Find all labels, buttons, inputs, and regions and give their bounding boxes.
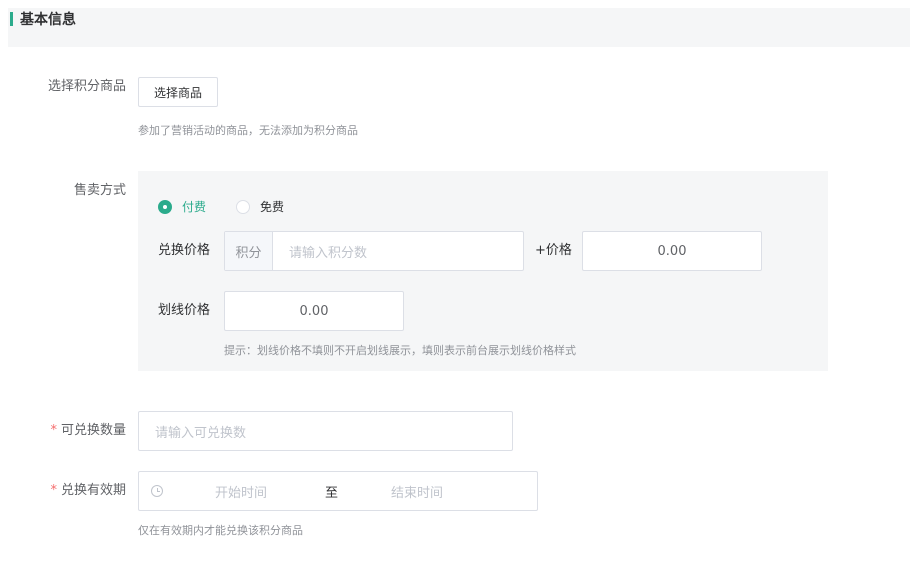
- radio-paid-circle[interactable]: [158, 199, 172, 214]
- validity-hint: 仅在有效期内才能兑换该积分商品: [138, 524, 303, 537]
- radio-free[interactable]: 免费: [236, 198, 284, 215]
- radio-paid[interactable]: 付费: [158, 198, 206, 215]
- price-input[interactable]: 0.00: [582, 231, 762, 271]
- price-value: 0.00: [657, 243, 687, 259]
- required-mark: *: [50, 483, 57, 498]
- clock-icon: [151, 485, 163, 497]
- required-mark: *: [50, 423, 57, 438]
- points-prefix: 积分: [225, 232, 273, 270]
- validity-label: * 兑换有效期: [50, 482, 126, 500]
- points-placeholder: 请输入积分数: [289, 245, 368, 261]
- section-title: 基本信息: [20, 12, 76, 28]
- radio-free-circle[interactable]: [236, 199, 250, 214]
- product-label: 选择积分商品: [47, 79, 126, 94]
- end-time-input[interactable]: 结束时间: [391, 482, 443, 501]
- sale-mode-panel: 付费 免费 兑换价格 积分 请输入积分数 +价格 0.00 划线价格 0.00 …: [138, 171, 828, 371]
- quantity-placeholder: 请输入可兑换数: [155, 425, 247, 441]
- quantity-input[interactable]: 请输入可兑换数: [138, 411, 513, 451]
- section-accent-bar: [10, 12, 13, 26]
- strike-price-input[interactable]: 0.00: [224, 291, 404, 331]
- radio-paid-label: 付费: [182, 200, 207, 214]
- strike-price-value: 0.00: [299, 303, 329, 319]
- select-product-button[interactable]: 选择商品: [138, 77, 218, 107]
- strike-price-hint: 提示：划线价格不填则不开启划线展示，填则表示前台展示划线价格样式: [224, 344, 576, 357]
- start-time-input[interactable]: 开始时间: [215, 482, 267, 501]
- product-hint: 参加了营销活动的商品，无法添加为积分商品: [138, 124, 358, 137]
- quantity-label-text: 可兑换数量: [60, 423, 126, 438]
- exchange-price-label: 兑换价格: [158, 243, 211, 258]
- radio-free-label: 免费: [260, 200, 285, 214]
- date-range-picker[interactable]: 开始时间 至 结束时间: [138, 471, 538, 511]
- points-input[interactable]: 积分 请输入积分数: [224, 231, 524, 271]
- validity-label-text: 兑换有效期: [60, 483, 126, 498]
- sale-mode-label: 售卖方式: [73, 183, 126, 198]
- quantity-label: * 可兑换数量: [50, 422, 126, 440]
- range-separator: 至: [325, 485, 339, 501]
- plus-price-label: +价格: [535, 243, 572, 258]
- strike-price-label: 划线价格: [158, 303, 211, 318]
- section-header: [8, 8, 910, 47]
